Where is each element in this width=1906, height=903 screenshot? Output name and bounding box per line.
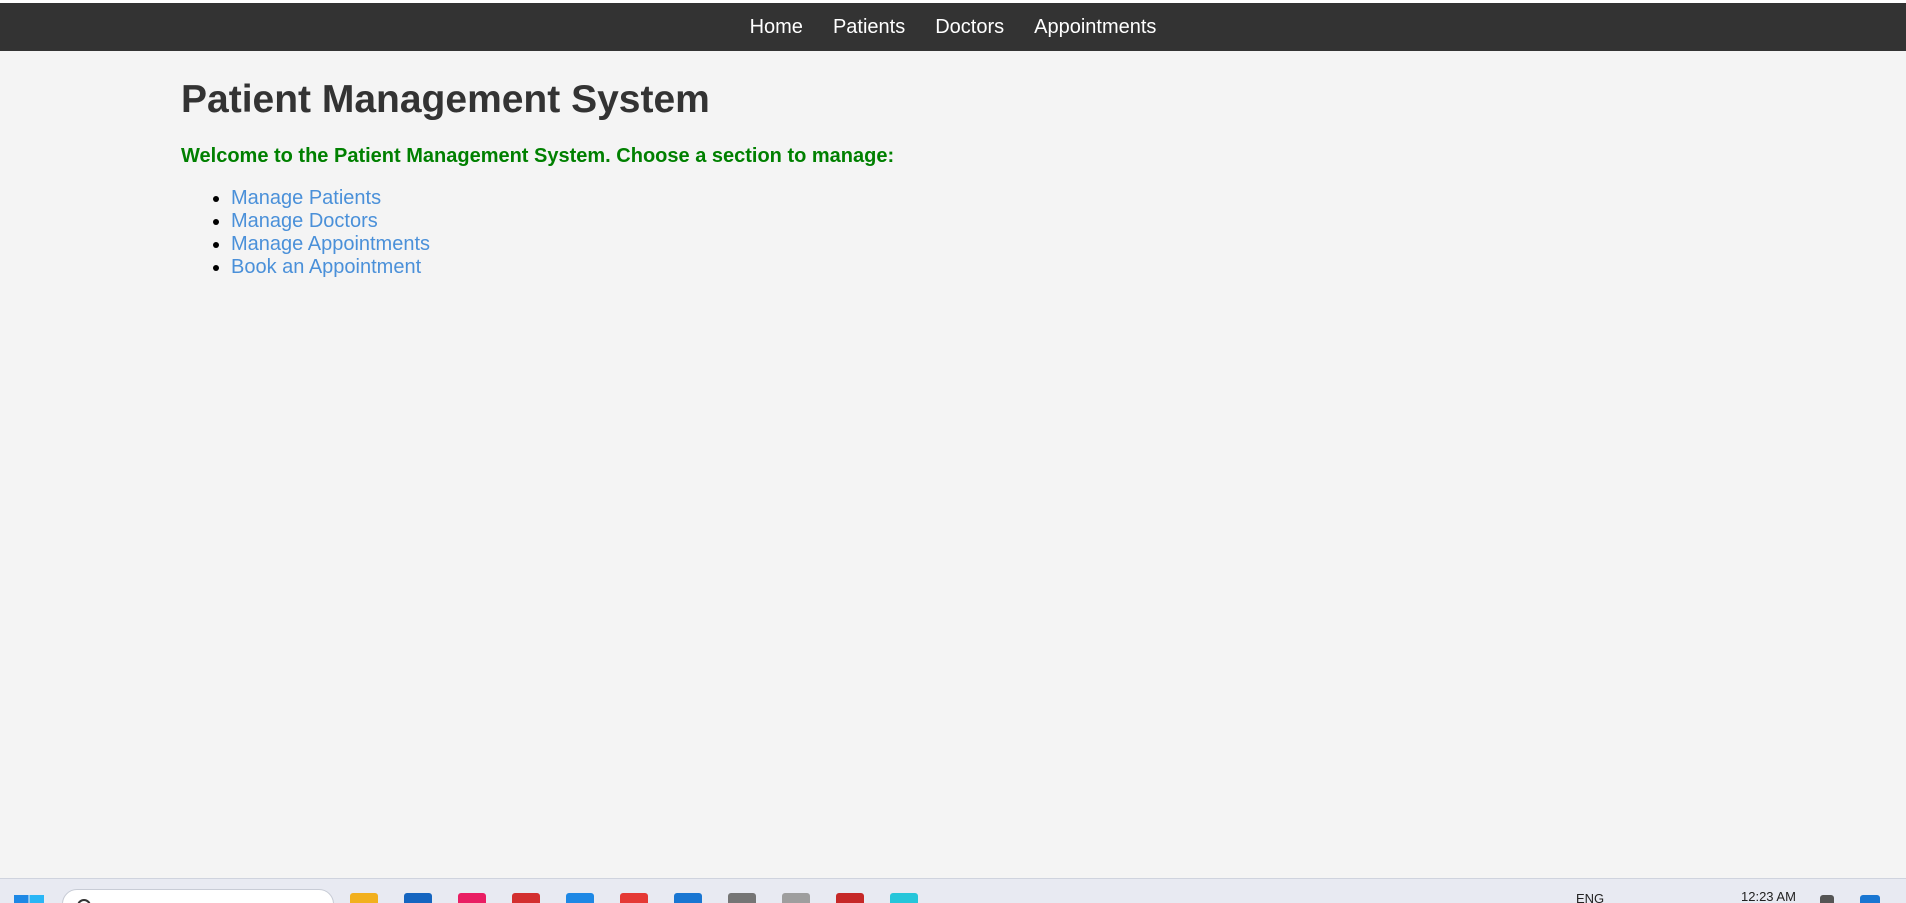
taskbar-search-box[interactable] (62, 889, 334, 903)
list-item: Manage Patients (231, 187, 1681, 210)
main-content: Patient Management System Welcome to the… (181, 76, 1681, 279)
page-title: Patient Management System (181, 78, 710, 121)
manage-patients-link[interactable]: Manage Patients (231, 187, 381, 209)
list-item: Book an Appointment (231, 256, 1681, 279)
welcome-message: Welcome to the Patient Management System… (181, 145, 895, 167)
section-links-list: Manage Patients Manage Doctors Manage Ap… (181, 187, 1681, 279)
nav-appointments-link[interactable]: Appointments (1034, 16, 1156, 39)
language-indicator[interactable]: ENG (1576, 891, 1604, 903)
nav-doctors-link[interactable]: Doctors (935, 16, 1004, 39)
manage-appointments-link[interactable]: Manage Appointments (231, 233, 430, 255)
nav-home-link[interactable]: Home (750, 16, 803, 39)
manage-doctors-link[interactable]: Manage Doctors (231, 210, 378, 232)
list-item: Manage Doctors (231, 210, 1681, 233)
book-appointment-link[interactable]: Book an Appointment (231, 256, 421, 278)
search-icon (77, 899, 91, 903)
top-navbar: Home Patients Doctors Appointments (0, 3, 1906, 51)
windows-taskbar: ENG 12:23 AM (0, 878, 1906, 903)
clock-time[interactable]: 12:23 AM (1741, 889, 1796, 903)
list-item: Manage Appointments (231, 233, 1681, 256)
nav-patients-link[interactable]: Patients (833, 16, 905, 39)
